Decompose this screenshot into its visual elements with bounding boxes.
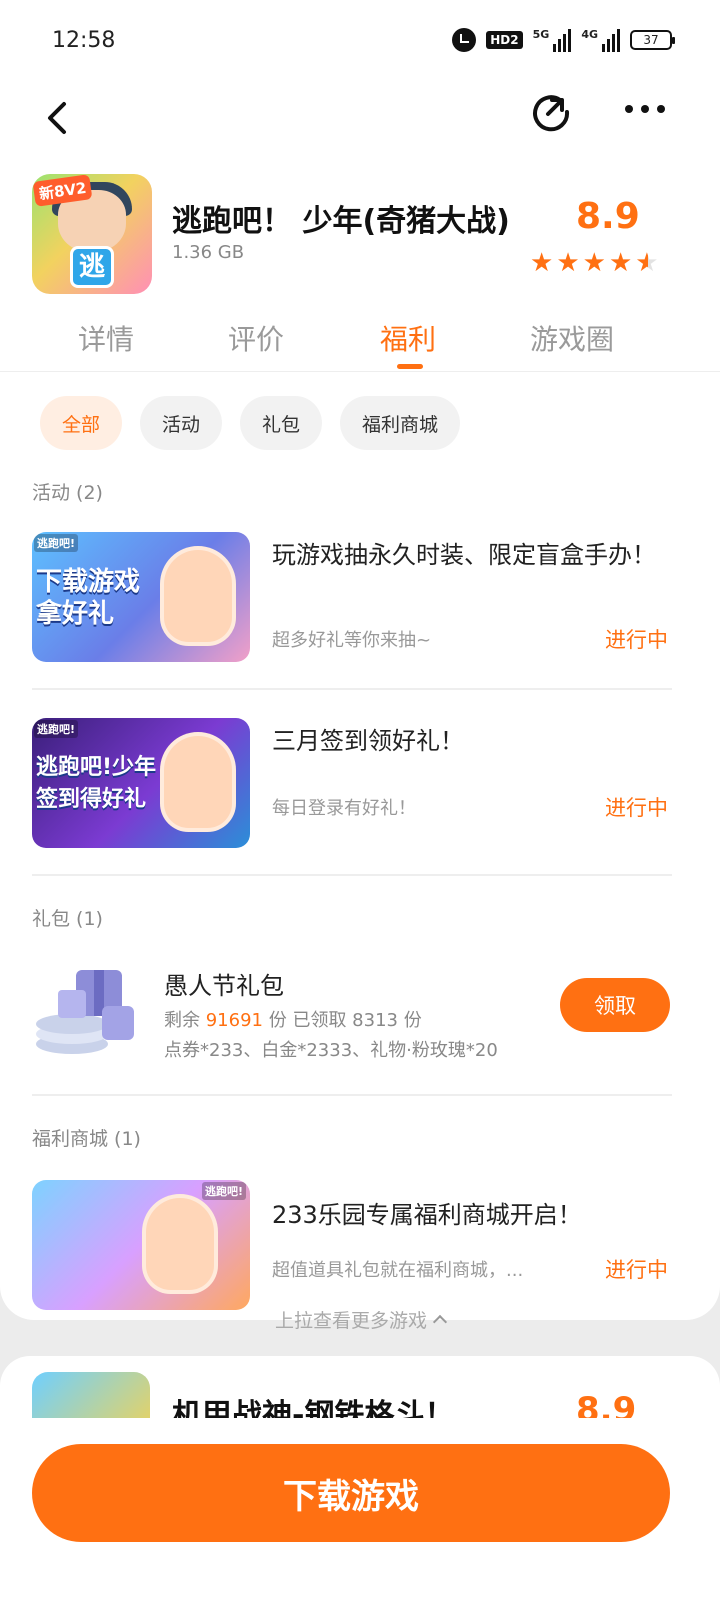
gift-stock: 剩余 91691 份 已领取 8313 份: [164, 1006, 422, 1032]
thumb-character: [160, 546, 236, 646]
section-title-shop: 福利商城 (1): [32, 1128, 141, 1150]
alarm-icon: [452, 28, 477, 52]
star-icon: ★: [530, 248, 554, 278]
tab-details[interactable]: 详情: [78, 318, 134, 358]
thumbnail-caption: 逃跑吧!少年 签到得好礼: [36, 755, 157, 812]
icon-sign: 逃: [70, 246, 114, 288]
activity-title: 三月签到领好礼！: [272, 727, 464, 755]
section-title-activities: 活动 (2): [32, 482, 103, 504]
activity-desc: 每日登录有好礼！: [272, 798, 416, 819]
status-icons: HD2 5G 4G 37: [452, 28, 675, 52]
gift-pack-item: 愚人节礼包 剩余 91691 份 已领取 8313 份 点券*233、白金*23…: [0, 960, 720, 1070]
activity-thumbnail: 逃跑吧! 逃跑吧!少年 签到得好礼: [32, 718, 250, 848]
download-game-button[interactable]: 下载游戏: [32, 1444, 670, 1542]
thumbnail-caption: 下载游戏 拿好礼: [36, 567, 141, 629]
half-star-icon: ★: [635, 248, 659, 278]
gift-stock-prefix: 剩余: [164, 1010, 200, 1031]
hd-voice-icon: HD2: [486, 31, 523, 49]
pull-up-hint[interactable]: 上拉查看更多游戏: [0, 1306, 720, 1333]
star-icon: ★: [582, 248, 606, 278]
active-tab-indicator: [397, 364, 423, 369]
back-arrow-icon[interactable]: [40, 98, 80, 138]
gift-contents: 点券*233、白金*2333、礼物·粉玫瑰*20: [164, 1040, 498, 1061]
claim-button[interactable]: 领取: [560, 978, 670, 1032]
bottom-bar: 下载游戏: [0, 1418, 720, 1610]
thumb-logo: 逃跑吧!: [34, 534, 79, 552]
activity-status: 进行中: [605, 796, 668, 820]
welfare-panel: 新8V2 逃 逃跑吧！ 少年(奇猪大战) 1.36 GB 8.9 ★ ★ ★ ★…: [0, 160, 720, 1320]
app-icon: 新8V2 逃: [32, 174, 152, 294]
shop-desc: 超值道具礼包就在福利商城，...: [272, 1260, 524, 1281]
activity-desc: 超多好礼等你来抽~: [272, 630, 432, 651]
pull-up-hint-label: 上拉查看更多游戏: [274, 1310, 427, 1332]
share-icon[interactable]: [530, 90, 572, 132]
app-title: 逃跑吧！ 少年(奇猪大战): [172, 204, 510, 239]
status-bar: 12:58 HD2 5G 4G 37: [0, 0, 720, 80]
gift-box-icon: [36, 970, 134, 1054]
section-title-gifts: 礼包 (1): [32, 908, 103, 930]
activity-card[interactable]: 逃跑吧! 逃跑吧!少年 签到得好礼 三月签到领好礼！ 每日登录有好礼！ 进行中: [32, 718, 672, 848]
chip-gifts[interactable]: 礼包: [240, 396, 323, 450]
activity-title: 玩游戏抽永久时装、限定盲盒手办！: [272, 541, 656, 569]
nav-bar: [0, 80, 720, 160]
star-icon: ★: [608, 248, 633, 278]
signal-5g-icon: 5G: [533, 28, 572, 52]
shop-title: 233乐园专属福利商城开启！: [272, 1201, 582, 1229]
shop-thumbnail: 逃跑吧!: [32, 1180, 250, 1310]
divider: [32, 688, 672, 690]
thumb-character: [160, 732, 236, 832]
filter-chips: 全部 活动 礼包 福利商城: [40, 396, 461, 450]
star-icon: ★: [556, 248, 580, 278]
shop-card[interactable]: 逃跑吧! 233乐园专属福利商城开启！ 超值道具礼包就在福利商城，... 进行中: [32, 1180, 672, 1310]
shop-status: 进行中: [605, 1258, 668, 1282]
status-time: 12:58: [52, 28, 116, 53]
app-score: 8.9: [576, 196, 640, 237]
divider: [32, 874, 672, 876]
battery-icon: 37: [630, 30, 675, 50]
rating-stars: ★ ★ ★ ★ ★: [530, 248, 659, 278]
gift-name: 愚人节礼包: [164, 972, 284, 1000]
app-size: 1.36 GB: [172, 242, 245, 263]
more-options-icon[interactable]: [620, 94, 670, 124]
tab-welfare[interactable]: 福利: [380, 318, 436, 358]
thumb-character: [142, 1194, 218, 1294]
thumb-logo: 逃跑吧!: [34, 720, 79, 738]
activity-status: 进行中: [605, 628, 668, 652]
gift-stock-count: 91691: [205, 1010, 263, 1031]
activity-card[interactable]: 逃跑吧! 下载游戏 拿好礼 玩游戏抽永久时装、限定盲盒手办！ 超多好礼等你来抽~…: [32, 532, 672, 662]
chip-all[interactable]: 全部: [40, 396, 123, 450]
chevron-up-icon: [432, 1314, 448, 1330]
thumb-logo: 逃跑吧!: [201, 1182, 246, 1200]
tab-bar: 详情 评价 福利 游戏圈: [0, 310, 720, 372]
gift-stock-suffix: 份 已领取 8313 份: [268, 1010, 422, 1031]
divider: [32, 1094, 672, 1096]
chip-welfare-shop[interactable]: 福利商城: [340, 396, 461, 450]
chip-activities[interactable]: 活动: [140, 396, 223, 450]
tab-reviews[interactable]: 评价: [228, 318, 284, 358]
tab-game-circle[interactable]: 游戏圈: [530, 318, 614, 358]
signal-4g-icon: 4G: [581, 28, 620, 52]
activity-thumbnail: 逃跑吧! 下载游戏 拿好礼: [32, 532, 250, 662]
